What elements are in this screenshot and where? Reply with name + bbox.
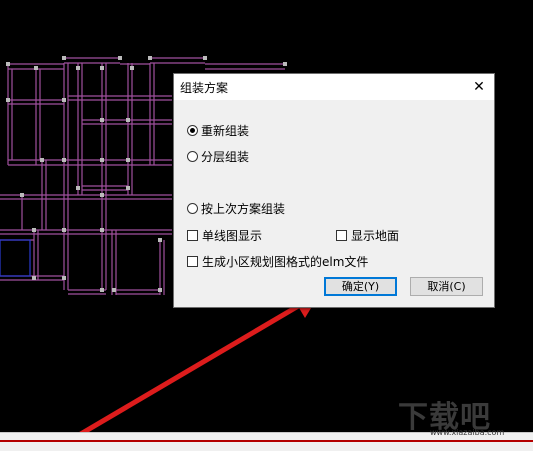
radio-label: 重新组装 [201,124,250,138]
dialog-titlebar: 组装方案 ✕ [174,74,494,100]
checkbox-icon [187,256,198,267]
checkbox-icon [336,230,347,241]
dialog-title: 组装方案 [180,81,229,95]
radio-selected-icon [187,125,198,136]
radio-label: 分层组装 [201,150,250,164]
radio-reassemble[interactable]: 重新组装 [187,122,249,139]
checkbox-single-line[interactable]: 单线图显示 [187,227,262,244]
checkbox-label: 单线图显示 [202,229,263,243]
radio-layered-assembly[interactable]: 分层组装 [187,148,249,165]
checkbox-show-ground[interactable]: 显示地面 [336,227,399,244]
radio-last-scheme[interactable]: 按上次方案组装 [187,200,285,217]
ok-button[interactable]: 确定(Y) [324,277,397,296]
cancel-button[interactable]: 取消(C) [410,277,483,296]
radio-icon [187,203,198,214]
radio-icon [187,151,198,162]
assembly-scheme-dialog: 组装方案 ✕ 重新组装 分层组装 按上次方案组装 单线图显示 显示地面 生成小区… [173,73,495,308]
checkbox-elm-file[interactable]: 生成小区规划图格式的elm文件 [187,253,368,270]
red-arrow [60,290,322,448]
checkbox-label: 显示地面 [351,229,400,243]
radio-label: 按上次方案组装 [201,202,286,216]
watermark-url: www.xiazaiba.com [430,428,505,437]
checkbox-label: 生成小区规划图格式的elm文件 [202,255,369,269]
close-icon[interactable]: ✕ [464,74,494,100]
checkbox-icon [187,230,198,241]
